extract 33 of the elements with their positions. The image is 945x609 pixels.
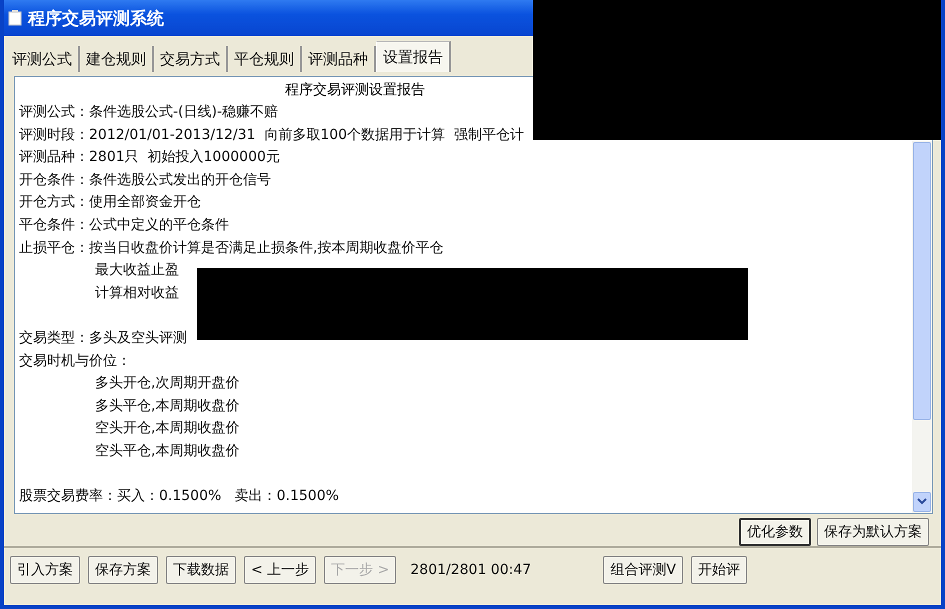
chevron-down-icon	[917, 498, 927, 506]
window-title: 程序交易评测系统	[28, 8, 164, 30]
report-line: 空头平仓,本周期收盘价	[94, 442, 240, 461]
report-line: 交易时机与价位：	[19, 352, 132, 371]
report-line: 评测公式：条件选股公式-(日线)-稳赚不赔	[19, 103, 280, 122]
report-line: 多头开仓,次周期开盘价	[94, 374, 240, 394]
toolbar-button[interactable]: 保存方案	[88, 556, 158, 584]
toolbar-button[interactable]: 下载数据	[166, 556, 236, 584]
report-line: 开仓条件：条件选股公式发出的开仓信号	[19, 170, 272, 190]
toolbar-button[interactable]: 引入方案	[10, 556, 80, 584]
report-line: 平仓条件：公式中定义的平仓条件	[19, 216, 230, 235]
report-line: 最大收益止盈	[94, 261, 180, 280]
scroll-thumb[interactable]	[913, 142, 931, 420]
toolbar-button[interactable]: 开始评	[691, 556, 747, 584]
report-line: 止损平仓：按当日收盘价计算是否满足止损条件,按本周期收盘价平仓	[19, 238, 444, 258]
toolbar-button[interactable]: < 上一步	[244, 556, 316, 584]
report-line: 股票交易费率：买入：0.1500% 卖出：0.1500%	[19, 487, 340, 506]
toolbar-button[interactable]: 组合评测V	[603, 556, 683, 584]
scroll-down-button[interactable]	[913, 492, 931, 512]
report-title: 程序交易评测设置报告	[285, 81, 425, 100]
progress-status: 2801/2801 00:47	[410, 562, 532, 578]
report-line: 开仓方式：使用全部资金开仓	[19, 193, 202, 212]
report-line: 评测时段：2012/01/01-2013/12/31 向前多取100个数据用于计算 强制平仓计	[19, 126, 525, 145]
option-button[interactable]: 保存为默认方案	[817, 518, 929, 546]
report-line: 交易类型：多头及空头评测	[19, 328, 188, 348]
tab[interactable]: 设置报告	[376, 41, 451, 72]
report-line: 多头平仓,本周期收盘价	[94, 396, 240, 416]
scrollbar[interactable]	[912, 141, 932, 513]
report-line: 空头开仓,本周期收盘价	[94, 419, 240, 438]
document-icon	[8, 10, 22, 26]
option-button[interactable]: 优化参数	[739, 518, 811, 546]
report-line: 计算相对收益	[94, 284, 180, 303]
report-line: 评测品种：2801只 初始投入1000000元	[19, 148, 281, 168]
